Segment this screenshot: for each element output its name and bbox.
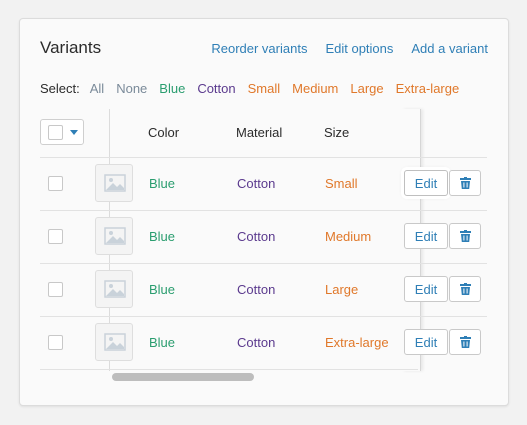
select-filter-row: Select: All None Blue Cotton Small Mediu… <box>40 81 459 96</box>
scrollbar-thumb[interactable] <box>112 373 254 381</box>
row-actions: Edit <box>40 317 487 369</box>
edit-button[interactable]: Edit <box>404 276 448 302</box>
select-none[interactable]: None <box>116 81 147 96</box>
select-label: Select: <box>40 81 80 96</box>
edit-button[interactable]: Edit <box>404 223 448 249</box>
trash-icon <box>459 177 471 189</box>
trash-icon <box>459 336 471 348</box>
row-actions: Edit <box>40 158 487 210</box>
column-header-size: Size <box>324 125 350 140</box>
column-header-material: Material <box>236 125 283 140</box>
card-actions: Reorder variants Edit options Add a vari… <box>193 41 488 56</box>
variants-card: Variants Reorder variants Edit options A… <box>19 18 509 406</box>
row-actions: Edit <box>40 264 487 316</box>
select-all[interactable]: All <box>90 81 104 96</box>
horizontal-scrollbar[interactable] <box>112 373 418 381</box>
trash-icon <box>459 230 471 242</box>
reorder-variants-link[interactable]: Reorder variants <box>211 41 307 56</box>
delete-button[interactable] <box>449 276 481 302</box>
select-cotton[interactable]: Cotton <box>197 81 235 96</box>
select-blue[interactable]: Blue <box>159 81 185 96</box>
add-variant-link[interactable]: Add a variant <box>411 41 488 56</box>
card-title: Variants <box>40 38 102 57</box>
select-small[interactable]: Small <box>248 81 281 96</box>
row-actions: Edit <box>40 211 487 263</box>
edit-button[interactable]: Edit <box>404 329 448 355</box>
delete-button[interactable] <box>449 329 481 355</box>
delete-button[interactable] <box>449 170 481 196</box>
trash-icon <box>459 283 471 295</box>
row-divider <box>40 369 418 370</box>
bulk-select-dropdown[interactable] <box>40 119 84 145</box>
column-header-color: Color <box>148 125 180 140</box>
edit-button[interactable]: Edit <box>404 170 448 196</box>
select-extra-large[interactable]: Extra-large <box>396 81 460 96</box>
edit-options-link[interactable]: Edit options <box>325 41 393 56</box>
delete-button[interactable] <box>449 223 481 249</box>
select-large[interactable]: Large <box>350 81 383 96</box>
select-all-checkbox[interactable] <box>48 125 63 140</box>
select-medium[interactable]: Medium <box>292 81 338 96</box>
variants-table: Color Material Size Blue Cotton Small Bl… <box>40 109 487 387</box>
caret-down-icon <box>70 130 78 135</box>
